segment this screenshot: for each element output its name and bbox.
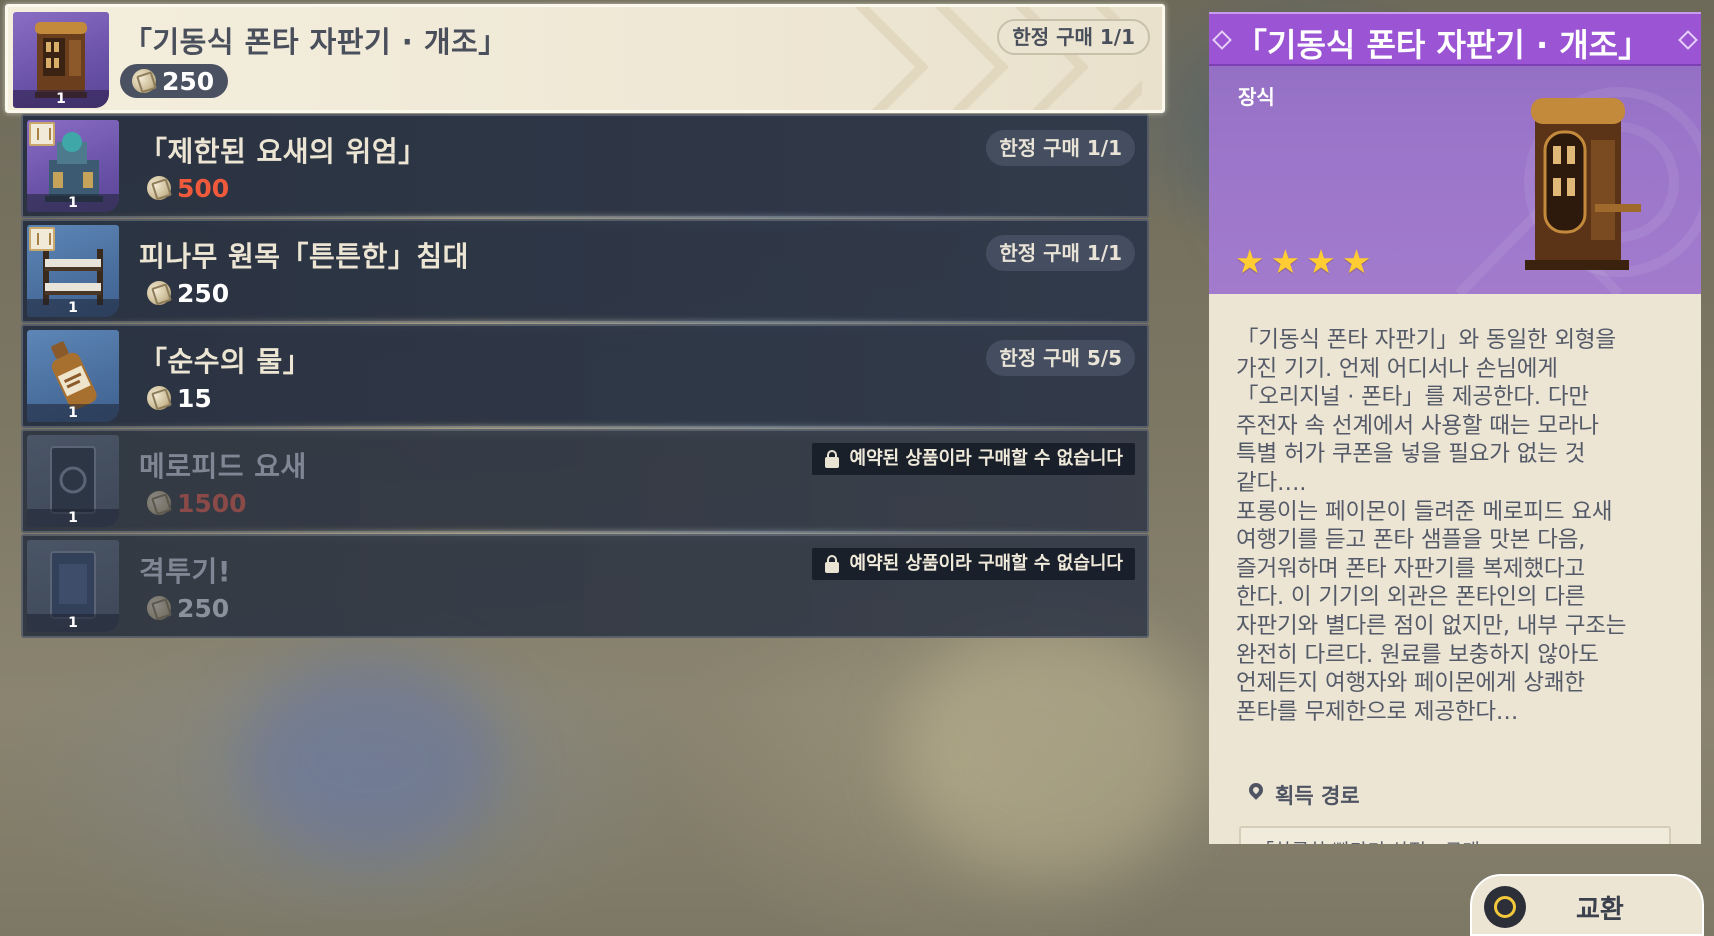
price-value: 250 (177, 593, 230, 623)
shop-item-selected[interactable]: 1 「기동식 폰타 자판기 · 개조」 250 한정 구매 1/1 (5, 4, 1165, 113)
source-label: 획득 경로 (1246, 780, 1360, 810)
coin-icon (143, 487, 175, 519)
exchange-button[interactable]: 교환 (1470, 874, 1704, 936)
exchange-label: 교환 (1576, 895, 1624, 925)
star-icon: ★ (1235, 242, 1265, 281)
star-icon: ★ (1306, 242, 1336, 281)
detail-title: 「기동식 폰타 자판기 · 개조」 (1235, 26, 1651, 64)
reserved-text: 예약된 상품이라 구매할 수 없습니다 (849, 448, 1123, 469)
lock-icon (824, 450, 839, 468)
shop-item[interactable]: 1 피나무 원목「튼튼한」침대 250 한정 구매 1/1 (21, 219, 1149, 323)
item-price: 250 (120, 64, 229, 98)
item-name: 「순수의 물」 (139, 345, 312, 378)
item-count: 1 (13, 90, 109, 108)
item-name: 피나무 원목「튼튼한」침대 (139, 240, 469, 273)
item-description: 「기동식 폰타 자판기」와 동일한 외형을 가진 기기. 언제 어디서나 손님에… (1236, 327, 1627, 725)
coin-icon (143, 382, 175, 414)
item-detail-header: 「기동식 폰타 자판기 · 개조」 장식 ★ ★ ★ ★ (1209, 12, 1701, 294)
item-name: 「기동식 폰타 자판기 · 개조」 (123, 25, 508, 59)
item-count: 1 (27, 194, 119, 212)
item-price: 1500 (135, 486, 259, 520)
purchase-limit-badge: 한정 구매 1/1 (997, 19, 1150, 55)
source-entry[interactable]: 「하루하 빵타기 상점」구매 (1239, 826, 1671, 844)
rarity-title-bar: 「기동식 폰타 자판기 · 개조」 (1209, 12, 1701, 66)
price-value: 1500 (177, 488, 247, 518)
price-value: 250 (162, 66, 215, 96)
shop-item-reserved[interactable]: 1 메로피드 요새 1500 예약된 상품이라 구매할 수 없습니다 (21, 429, 1149, 533)
item-detail-panel: 「기동식 폰타 자판기 · 개조」 장식 ★ ★ ★ ★ 「기동식 폰타 자판기… (1209, 12, 1701, 844)
price-value: 500 (177, 173, 230, 203)
shop-item[interactable]: 1 「제한된 요새의 위엄」 500 한정 구매 1/1 (21, 114, 1149, 218)
item-thumbnail: 1 (27, 435, 119, 527)
item-detail-body[interactable]: 「기동식 폰타 자판기」와 동일한 외형을 가진 기기. 언제 어디서나 손님에… (1209, 294, 1701, 844)
item-price: 250 (135, 276, 241, 310)
shop-item-reserved[interactable]: 1 격투기! 250 예약된 상품이라 구매할 수 없습니다 (21, 534, 1149, 638)
furnishing-set-icon (29, 122, 55, 146)
purchase-limit-badge: 한정 구매 1/1 (986, 130, 1135, 166)
source-value: 「하루하 빵타기 상점」구매 (1255, 836, 1480, 844)
purchase-limit-badge: 한정 구매 5/5 (986, 340, 1135, 376)
coin-icon (143, 592, 175, 624)
coin-icon (143, 277, 175, 309)
item-count: 1 (27, 404, 119, 422)
item-name: 「제한된 요새의 위엄」 (139, 135, 427, 168)
item-name: 격투기! (139, 555, 232, 588)
star-icon: ★ (1270, 242, 1301, 281)
star-icon: ★ (1341, 242, 1372, 281)
confirm-circle-icon (1484, 886, 1526, 928)
item-thumbnail: 1 (13, 12, 109, 108)
shop-item[interactable]: 1 「순수의 물」 15 한정 구매 5/5 (21, 324, 1149, 428)
item-count: 1 (27, 614, 119, 632)
vending-machine-icon (1525, 98, 1641, 270)
item-price: 250 (135, 591, 241, 625)
price-value: 250 (177, 278, 230, 308)
reserved-notice: 예약된 상품이라 구매할 수 없습니다 (811, 443, 1135, 475)
item-price: 500 (135, 171, 241, 205)
item-thumbnail: 1 (27, 540, 119, 632)
diamond-ornament-icon (1678, 30, 1698, 50)
item-price: 15 (135, 381, 224, 415)
item-thumbnail: 1 (27, 120, 119, 212)
reserved-text: 예약된 상품이라 구매할 수 없습니다 (849, 553, 1123, 574)
item-count: 1 (27, 509, 119, 527)
location-pin-icon (1246, 780, 1266, 800)
item-name: 메로피드 요새 (139, 450, 307, 483)
price-value: 15 (177, 383, 212, 413)
coin-icon (143, 172, 175, 204)
item-thumbnail: 1 (27, 225, 119, 317)
shop-item-list: 1 「기동식 폰타 자판기 · 개조」 250 한정 구매 1/1 1 「제한된… (0, 0, 1170, 700)
diamond-ornament-icon (1212, 30, 1232, 50)
source-label-text: 획득 경로 (1275, 784, 1360, 808)
rarity-stars: ★ ★ ★ ★ (1235, 245, 1371, 278)
purchase-limit-badge: 한정 구매 1/1 (986, 235, 1135, 271)
lock-icon (824, 555, 839, 573)
coin-icon (128, 65, 160, 97)
item-count: 1 (27, 299, 119, 317)
furnishing-set-icon (29, 227, 55, 251)
item-type: 장식 (1238, 85, 1275, 109)
reserved-notice: 예약된 상품이라 구매할 수 없습니다 (811, 548, 1135, 580)
item-thumbnail: 1 (27, 330, 119, 422)
